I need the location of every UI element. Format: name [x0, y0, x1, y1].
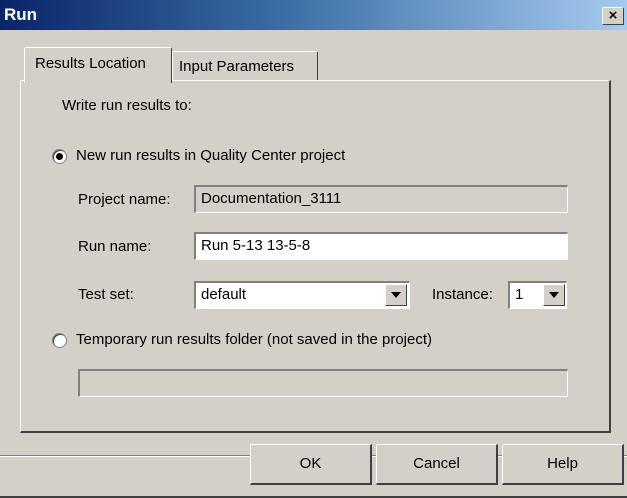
project-name-field: Documentation_3111	[194, 185, 568, 213]
run-name-input[interactable]: Run 5-13 13-5-8	[194, 232, 568, 260]
new-results-label[interactable]: New run results in Quality Center projec…	[76, 147, 345, 164]
close-icon: ×	[608, 7, 618, 24]
project-name-label: Project name:	[78, 191, 171, 208]
new-results-radio[interactable]	[52, 149, 67, 164]
test-set-select[interactable]: default	[194, 281, 410, 309]
close-button[interactable]: ×	[602, 7, 624, 25]
cancel-button[interactable]: Cancel	[376, 444, 498, 485]
help-button[interactable]: Help	[502, 444, 624, 485]
temp-folder-field	[78, 369, 568, 397]
tab-input-parameters-label: Input Parameters	[179, 58, 295, 75]
test-set-label: Test set:	[78, 286, 134, 303]
temp-results-radio[interactable]	[52, 333, 67, 348]
test-set-value: default	[201, 286, 247, 303]
dialog-title: Run	[4, 5, 38, 24]
tab-results-location-label: Results Location	[35, 55, 146, 72]
instance-dropdown-button[interactable]	[543, 284, 565, 306]
test-set-dropdown-button[interactable]	[385, 284, 407, 306]
instance-value: 1	[515, 286, 524, 303]
write-results-heading: Write run results to:	[62, 97, 192, 114]
instance-label: Instance:	[432, 286, 493, 303]
temp-results-label[interactable]: Temporary run results folder (not saved …	[76, 331, 432, 348]
ok-button[interactable]: OK	[250, 444, 372, 485]
title-bar[interactable]: Run ×	[0, 0, 627, 30]
tab-results-location[interactable]: Results Location	[24, 47, 172, 83]
radio-selected-dot	[56, 153, 63, 160]
run-name-label: Run name:	[78, 238, 152, 255]
run-dialog: Run × Results Location Input Parameters …	[0, 0, 627, 498]
tab-input-parameters[interactable]: Input Parameters	[172, 51, 318, 81]
